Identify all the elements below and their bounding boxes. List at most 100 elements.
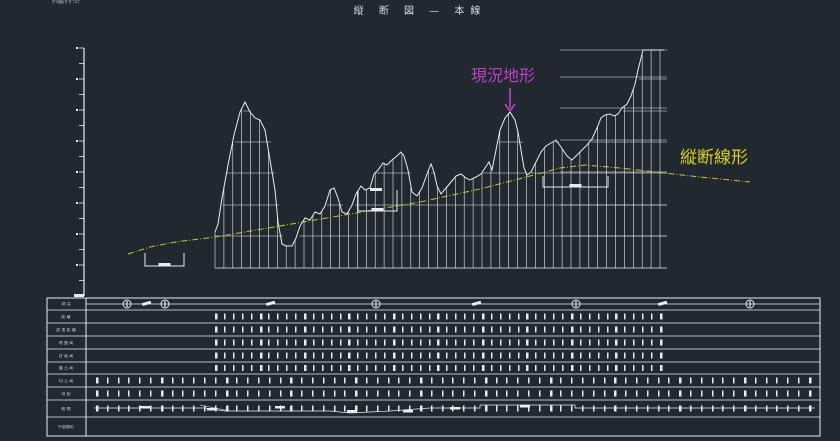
table-cell-tick: [437, 339, 440, 346]
table-cell-tick: [553, 352, 555, 359]
station-mark: [265, 300, 276, 306]
table-cell-tick: [766, 405, 768, 412]
table-cell-tick: [258, 405, 260, 412]
table-cell-tick: [340, 326, 342, 333]
elevation-axis: [74, 47, 85, 297]
table-cell-tick: [712, 377, 714, 384]
table-cell-tick: [464, 339, 466, 346]
table-cell-tick: [614, 390, 617, 397]
table-row-label: 勾 配: [61, 391, 71, 396]
table-cell-tick: [375, 365, 377, 371]
table-cell-tick: [642, 326, 644, 333]
table-cell-tick: [366, 390, 368, 397]
table-cell-tick: [247, 377, 249, 384]
table-cell-tick: [286, 313, 288, 320]
table-cell-tick: [798, 405, 800, 412]
table-cell-tick: [384, 313, 386, 320]
table-cell-tick: [580, 339, 582, 346]
table-cell-tick: [474, 390, 476, 397]
table-cell-tick: [733, 377, 735, 384]
table-cell-tick: [509, 339, 511, 346]
table-cell-tick: [452, 377, 454, 384]
table-cell-tick: [260, 313, 263, 320]
table-cell-tick: [526, 313, 529, 320]
table-cell-tick: [496, 377, 498, 384]
table-cell-tick: [277, 326, 279, 333]
table-cell-tick: [322, 326, 324, 333]
table-cell-tick: [431, 390, 433, 397]
table-cell-tick: [580, 313, 582, 320]
table-cell-tick: [776, 377, 778, 384]
table-cell-tick: [582, 377, 584, 384]
table-cell-tick: [118, 405, 120, 412]
table-cell-tick: [589, 352, 591, 359]
table-cell-tick: [215, 390, 217, 397]
table-cell-tick: [553, 365, 555, 371]
table-cell-tick: [580, 365, 582, 371]
table-cell-tick: [290, 377, 293, 384]
table-cell-tick: [544, 326, 546, 333]
table-cell-tick: [500, 326, 502, 333]
table-cell-tick: [357, 339, 359, 346]
table-cell-tick: [215, 352, 218, 359]
table-cell-tick: [251, 339, 253, 346]
table-cell-tick: [172, 377, 174, 384]
table-cell-tick: [286, 352, 288, 359]
table-cell-tick: [482, 313, 485, 320]
table-cell-tick: [607, 326, 609, 333]
table-cell-tick: [348, 326, 351, 333]
table-cell-tick: [787, 377, 789, 384]
table-cell-tick: [437, 365, 440, 371]
table-cell-tick: [269, 390, 271, 397]
table-cell-tick: [651, 352, 653, 359]
table-cell-tick: [491, 326, 493, 333]
table-cell-tick: [348, 339, 351, 346]
table-cell-tick: [491, 365, 493, 371]
table-cell-tick: [96, 390, 99, 397]
table-cell-tick: [172, 390, 174, 397]
table-row-label: 片勾配すりつけ: [51, 0, 81, 4]
table-cell-tick: [518, 339, 520, 346]
table-cell-tick: [809, 390, 812, 397]
table-cell-tick: [660, 352, 663, 359]
table-cell-tick: [660, 339, 663, 346]
table-cell-tick: [798, 390, 800, 397]
table-cell-tick: [553, 313, 555, 320]
table-cell-tick: [301, 390, 303, 397]
table-cell-tick: [437, 352, 440, 359]
table-cell-tick: [242, 339, 244, 346]
table-cell-tick: [437, 326, 440, 333]
table-cell-tick: [463, 390, 465, 397]
table-cell-tick: [366, 313, 368, 320]
table-cell-tick: [340, 339, 342, 346]
table-cell-tick: [402, 326, 404, 333]
table-cell-tick: [402, 365, 404, 371]
table-cell-tick: [598, 339, 600, 346]
table-cell-tick: [642, 339, 644, 346]
table-cell-tick: [485, 390, 488, 397]
vertical-curve-brackets: [144, 176, 609, 267]
table-cell-tick: [384, 365, 386, 371]
table-cell-tick: [755, 405, 757, 412]
vertical-curve-3-mark: [569, 184, 582, 187]
table-cell-tick: [182, 377, 184, 384]
axis-tick-dot: [76, 233, 78, 235]
table-cell-tick: [509, 352, 511, 359]
table-cell-tick: [233, 365, 235, 371]
table-cell-tick: [268, 313, 270, 320]
table-cell-tick: [473, 313, 475, 320]
table-cell-tick: [722, 377, 724, 384]
table-cell-tick: [589, 365, 591, 371]
table-cell-tick: [128, 377, 130, 384]
table-cell-tick: [625, 377, 627, 384]
existing-terrain-line: [214, 49, 664, 247]
table-cell-tick: [323, 405, 325, 412]
table-cell-tick: [384, 339, 386, 346]
table-cell-tick: [286, 339, 288, 346]
table-cell-tick: [411, 365, 413, 371]
table-cell-tick: [589, 339, 591, 346]
table-cell-tick: [526, 339, 529, 346]
table-cell-tick: [393, 365, 396, 371]
table-cell-tick: [571, 405, 573, 412]
table-row-label: 追 加 距 離: [56, 327, 76, 332]
